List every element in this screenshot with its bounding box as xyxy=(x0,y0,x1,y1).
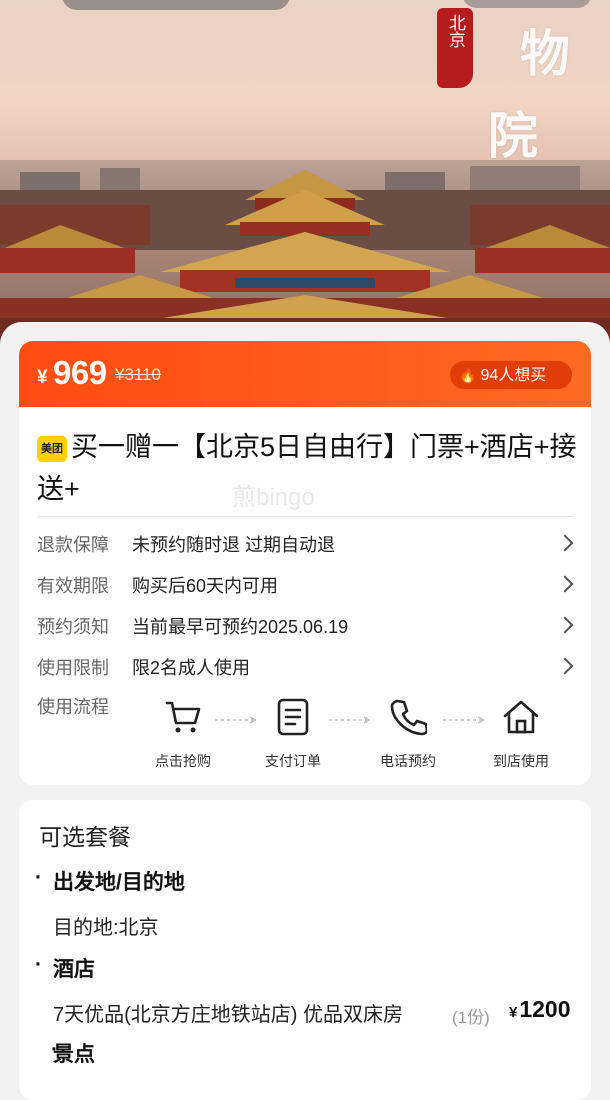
beijing-seal: 北京 xyxy=(437,8,473,88)
seal-text: 北京 xyxy=(445,14,465,48)
want-count-text: 94人想买 xyxy=(480,367,547,384)
package-heading-text: 出发地/目的地 xyxy=(53,871,185,894)
package-section-heading: 酒店 xyxy=(35,953,95,983)
flow-step-use: 到店使用 xyxy=(476,695,566,771)
info-label: 使用限制 xyxy=(37,658,109,678)
package-item: 目的地:北京 xyxy=(53,917,159,939)
original-price: ¥3110 xyxy=(115,365,162,384)
info-label: 预约须知 xyxy=(37,617,109,637)
package-section-heading: 出发地/目的地 xyxy=(35,866,185,896)
package-price: ¥1200 xyxy=(509,996,571,1023)
flow-step-label: 点击抢购 xyxy=(155,753,211,769)
want-count-badge: 🔥 94人想买 xyxy=(450,361,572,389)
forbidden-city-illustration xyxy=(0,160,610,345)
info-row-validity[interactable]: 有效期限 购买后60天内可用 xyxy=(37,571,574,601)
info-row-refund[interactable]: 退款保障 未预约随时退 过期自动退 xyxy=(37,530,574,560)
watermark: 煎bingo xyxy=(232,484,315,511)
package-price-currency: ¥ xyxy=(509,1004,518,1021)
package-heading-text: 酒店 xyxy=(53,958,95,981)
chevron-right-icon xyxy=(556,575,574,593)
home-icon xyxy=(476,695,566,739)
package-item: 7天优品(北京方庄地铁站店) 优品双床房 xyxy=(53,1004,403,1026)
packages-title: 可选套餐 xyxy=(39,824,131,850)
packages-card: 可选套餐 出发地/目的地 目的地:北京 酒店 7天优品(北京方庄地铁站店) 优品… xyxy=(19,800,591,1100)
package-section-heading-partial: 景点 xyxy=(51,1038,95,1068)
currency-symbol: ¥ xyxy=(37,367,48,388)
info-label: 有效期限 xyxy=(37,576,109,596)
calligraphy-char: 院 xyxy=(488,106,538,165)
current-price: 969 xyxy=(53,354,107,391)
chevron-right-icon xyxy=(556,616,574,634)
flow-step-buy: 点击抢购 xyxy=(138,695,228,771)
hero-image: 北京 物 院 xyxy=(0,0,610,345)
phone-icon xyxy=(363,695,453,739)
meituan-badge: 美团 xyxy=(37,436,67,462)
chevron-right-icon xyxy=(556,657,574,675)
package-price-value: 1200 xyxy=(519,996,571,1022)
flow-step-label: 支付订单 xyxy=(265,753,321,769)
flow-step-pay: 支付订单 xyxy=(248,695,338,771)
package-qty: (1份) xyxy=(452,1008,490,1027)
divider xyxy=(37,516,573,517)
product-card: ¥ 969 ¥3110 🔥 94人想买 美团 买一赠一【北京5日自由行】门票+酒店+… xyxy=(19,341,591,785)
fire-icon: 🔥 xyxy=(459,367,477,383)
info-value: 购买后60天内可用 xyxy=(132,576,279,596)
info-value: 当前最早可预约2025.06.19 xyxy=(132,617,349,637)
info-label: 退款保障 xyxy=(37,535,109,555)
document-icon xyxy=(248,695,338,739)
flow-step-call: 电话预约 xyxy=(363,695,453,771)
info-value: 未预约随时退 过期自动退 xyxy=(132,535,335,555)
chevron-right-icon xyxy=(556,534,574,552)
info-row-booking[interactable]: 预约须知 当前最早可预约2025.06.19 xyxy=(37,612,574,642)
flow-step-label: 到店使用 xyxy=(493,753,549,769)
flow-label: 使用流程 xyxy=(37,697,109,717)
flow-step-label: 电话预约 xyxy=(380,753,436,769)
package-heading-text: 景点 xyxy=(53,1043,95,1066)
info-row-limit[interactable]: 使用限制 限2名成人使用 xyxy=(37,653,574,683)
price-bar: ¥ 969 ¥3110 🔥 94人想买 xyxy=(19,341,591,407)
calligraphy-char: 物 xyxy=(520,24,570,83)
info-value: 限2名成人使用 xyxy=(132,658,251,678)
